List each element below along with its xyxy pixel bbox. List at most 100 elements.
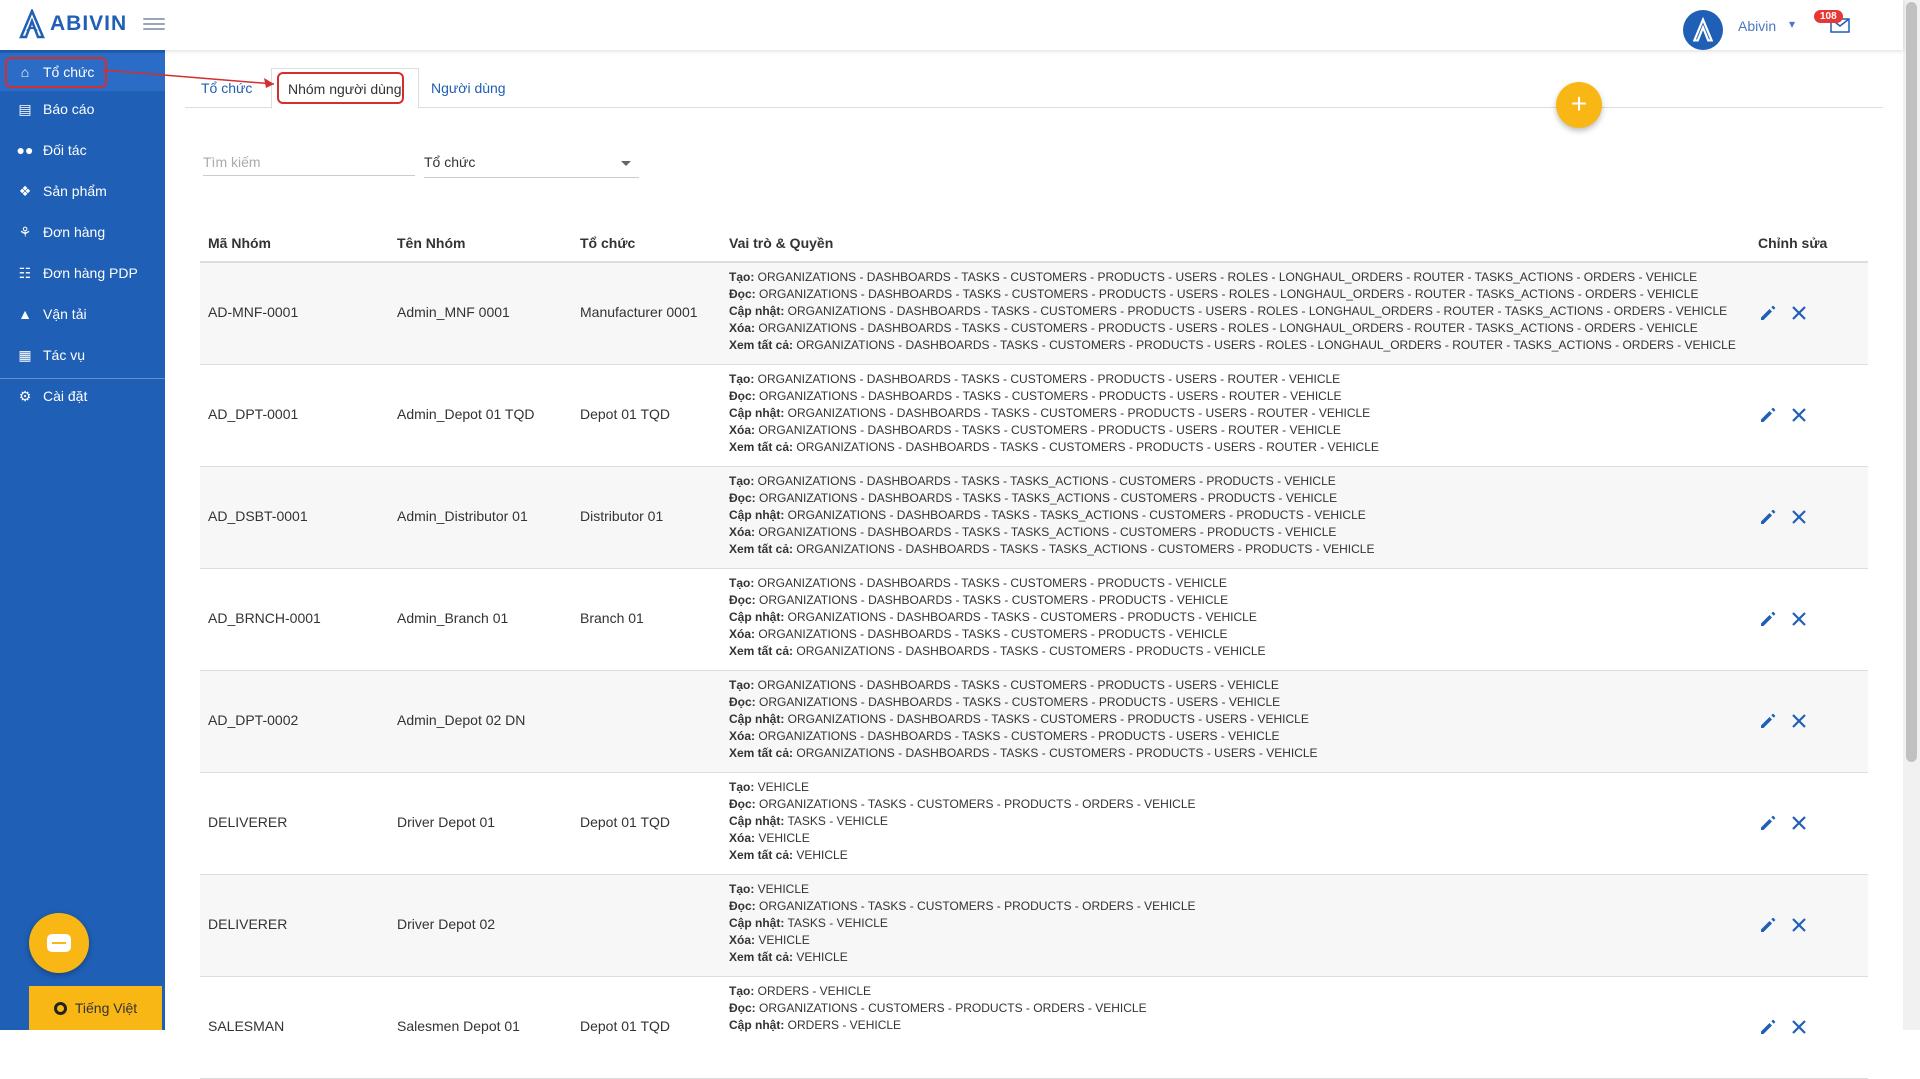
close-icon[interactable]: [1789, 813, 1809, 833]
avatar[interactable]: [1683, 10, 1723, 50]
cell-name: Admin_Distributor 01: [397, 508, 528, 524]
perm-value: ORGANIZATIONS - DASHBOARDS - TASKS - CUS…: [784, 406, 1371, 420]
sidebar: ⌂ Tổ chức ▤ Báo cáo ●● Đối tác ❖ Sản phẩ…: [0, 50, 165, 1030]
sidebar-item-label: Cài đặt: [43, 388, 88, 404]
sidebar-item-label: Sản phẩm: [43, 183, 107, 199]
close-icon[interactable]: [1789, 303, 1809, 323]
cell-code: AD_BRNCH-0001: [208, 610, 321, 626]
close-icon[interactable]: [1789, 711, 1809, 731]
cubes-icon: ⚘: [18, 223, 32, 240]
perm-line-read: Đọc: ORGANIZATIONS - DASHBOARDS - TASKS …: [729, 490, 1374, 507]
close-icon[interactable]: [1789, 609, 1809, 629]
cell-code: AD_DPT-0001: [208, 406, 299, 422]
search-input[interactable]: [203, 148, 415, 176]
notification-badge: 108: [1814, 10, 1843, 23]
perm-line-view_all: Xem tất cả: ORGANIZATIONS - DASHBOARDS -…: [729, 745, 1318, 762]
sidebar-item-partners[interactable]: ●● Đối tác: [0, 131, 165, 169]
perm-label: Đọc:: [729, 899, 756, 913]
edit-pencil-icon[interactable]: [1758, 303, 1778, 323]
perm-label: Tạo:: [729, 780, 755, 794]
perm-label: Xóa:: [729, 831, 756, 845]
close-icon[interactable]: [1789, 915, 1809, 935]
top-bar: ABIVIN Abivin ▾ 108: [0, 0, 1903, 50]
perm-line-delete: Xóa: ORGANIZATIONS - DASHBOARDS - TASKS …: [729, 524, 1374, 541]
tab-highlight-box: [277, 72, 404, 104]
perm-label: Đọc:: [729, 695, 756, 709]
perm-label: Đọc:: [729, 389, 756, 403]
perm-label: Xem tất cả:: [729, 644, 794, 658]
close-icon[interactable]: [1789, 507, 1809, 527]
sidebar-item-reports[interactable]: ▤ Báo cáo: [0, 90, 165, 128]
perm-line-read: Đọc: ORGANIZATIONS - DASHBOARDS - TASKS …: [729, 694, 1318, 711]
sidebar-item-label: Báo cáo: [43, 101, 95, 117]
scrollbar-thumb[interactable]: [1906, 2, 1917, 762]
cell-org: Depot 01 TQD: [580, 406, 671, 422]
sidebar-item-products[interactable]: ❖ Sản phẩm: [0, 172, 165, 210]
perm-line-read: Đọc: ORGANIZATIONS - TASKS - CUSTOMERS -…: [729, 898, 1196, 915]
edit-pencil-icon[interactable]: [1758, 711, 1778, 731]
avatar-logo-icon: [1692, 17, 1714, 42]
perm-line-delete: Xóa: ORGANIZATIONS - DASHBOARDS - TASKS …: [729, 626, 1266, 643]
dropdown-arrow-icon: [621, 161, 631, 166]
cell-roles: Tạo: VEHICLE Đọc: ORGANIZATIONS - TASKS -…: [729, 881, 1196, 966]
cell-name: Admin_Branch 01: [397, 610, 509, 626]
organization-select[interactable]: Tổ chức: [424, 150, 639, 178]
tab-users[interactable]: Người dùng: [415, 68, 522, 108]
edit-pencil-icon[interactable]: [1758, 507, 1778, 527]
perm-value: VEHICLE: [755, 831, 810, 845]
table-row: AD_DPT-0001 Admin_Depot 01 TQD Depot 01 TQ…: [200, 365, 1868, 467]
perm-value: ORGANIZATIONS - DASHBOARDS - TASKS - CUS…: [754, 270, 1698, 284]
cell-code: DELIVERER: [208, 814, 288, 830]
add-button[interactable]: +: [1556, 82, 1602, 128]
app-logo[interactable]: ABIVIN: [17, 9, 127, 39]
perm-value: ORGANIZATIONS - DASHBOARDS - TASKS - TAS…: [755, 491, 1338, 505]
perm-line-update: Cập nhật: ORGANIZATIONS - DASHBOARDS - T…: [729, 405, 1379, 422]
perm-value: ORGANIZATIONS - DASHBOARDS - TASKS - CUS…: [793, 440, 1379, 454]
perm-value: ORGANIZATIONS - DASHBOARDS - TASKS - CUS…: [755, 423, 1341, 437]
annotation-arrow: [102, 69, 275, 88]
perm-line-view_all: Xem tất cả: ORGANIZATIONS - DASHBOARDS -…: [729, 541, 1374, 558]
road-icon: ▲: [18, 306, 32, 322]
table-row: DELIVERER Driver Depot 01 Depot 01 TQD Tạo:…: [200, 773, 1868, 875]
sidebar-item-label: Đối tác: [43, 142, 87, 158]
column-header-roles: Vai trò & Quyền: [729, 235, 834, 251]
column-header-code: Mã Nhóm: [208, 235, 271, 251]
perm-value: ORGANIZATIONS - DASHBOARDS - TASKS - TAS…: [755, 525, 1337, 539]
edit-pencil-icon[interactable]: [1758, 915, 1778, 935]
cell-name: Admin_Depot 01 TQD: [397, 406, 535, 422]
perm-label: Xem tất cả:: [729, 542, 794, 556]
sidebar-item-label: Đơn hàng: [43, 224, 106, 240]
edit-pencil-icon[interactable]: [1758, 405, 1778, 425]
sidebar-item-orders[interactable]: ⚘ Đơn hàng: [0, 213, 165, 251]
perm-value: VEHICLE: [755, 933, 810, 947]
chat-button[interactable]: [29, 913, 89, 973]
perm-value: ORGANIZATIONS - DASHBOARDS - TASKS - TAS…: [784, 508, 1366, 522]
perm-line-update: Cập nhật: TASKS - VEHICLE: [729, 813, 1196, 830]
perm-label: Xem tất cả:: [729, 746, 794, 760]
perm-value: TASKS - VEHICLE: [784, 814, 888, 828]
scrollbar[interactable]: [1903, 0, 1920, 1030]
sidebar-item-settings[interactable]: ⚙ Cài đặt: [0, 377, 165, 415]
perm-value: TASKS - VEHICLE: [784, 916, 888, 930]
sidebar-item-transport[interactable]: ▲ Vận tải: [0, 295, 165, 333]
sidebar-item-tasks[interactable]: ▦ Tác vụ: [0, 336, 165, 374]
sidebar-item-pdp-orders[interactable]: ☷ Đơn hàng PDP: [0, 254, 165, 292]
chevron-down-icon[interactable]: ▾: [1789, 17, 1795, 31]
perm-line-update: Cập nhật: ORGANIZATIONS - DASHBOARDS - T…: [729, 507, 1374, 524]
perm-line-view_all: Xem tất cả: ORGANIZATIONS - DASHBOARDS -…: [729, 337, 1736, 354]
perm-label: Tạo:: [729, 984, 755, 998]
edit-pencil-icon[interactable]: [1758, 1017, 1778, 1037]
close-icon[interactable]: [1789, 405, 1809, 425]
language-button[interactable]: Tiếng Việt: [29, 986, 162, 1030]
hamburger-menu-icon[interactable]: [143, 15, 165, 33]
cell-code: AD_DPT-0002: [208, 712, 299, 728]
close-icon[interactable]: [1789, 1017, 1809, 1037]
edit-pencil-icon[interactable]: [1758, 609, 1778, 629]
edit-pencil-icon[interactable]: [1758, 813, 1778, 833]
language-label: Tiếng Việt: [74, 1000, 138, 1016]
table-row: AD_BRNCH-0001 Admin_Branch 01 Branch 01 Tạo…: [200, 569, 1868, 671]
highlight-box: [5, 57, 107, 88]
gear-icon: ⚙: [18, 387, 32, 404]
perm-label: Xem tất cả:: [729, 338, 794, 352]
user-name[interactable]: Abivin: [1738, 18, 1776, 34]
